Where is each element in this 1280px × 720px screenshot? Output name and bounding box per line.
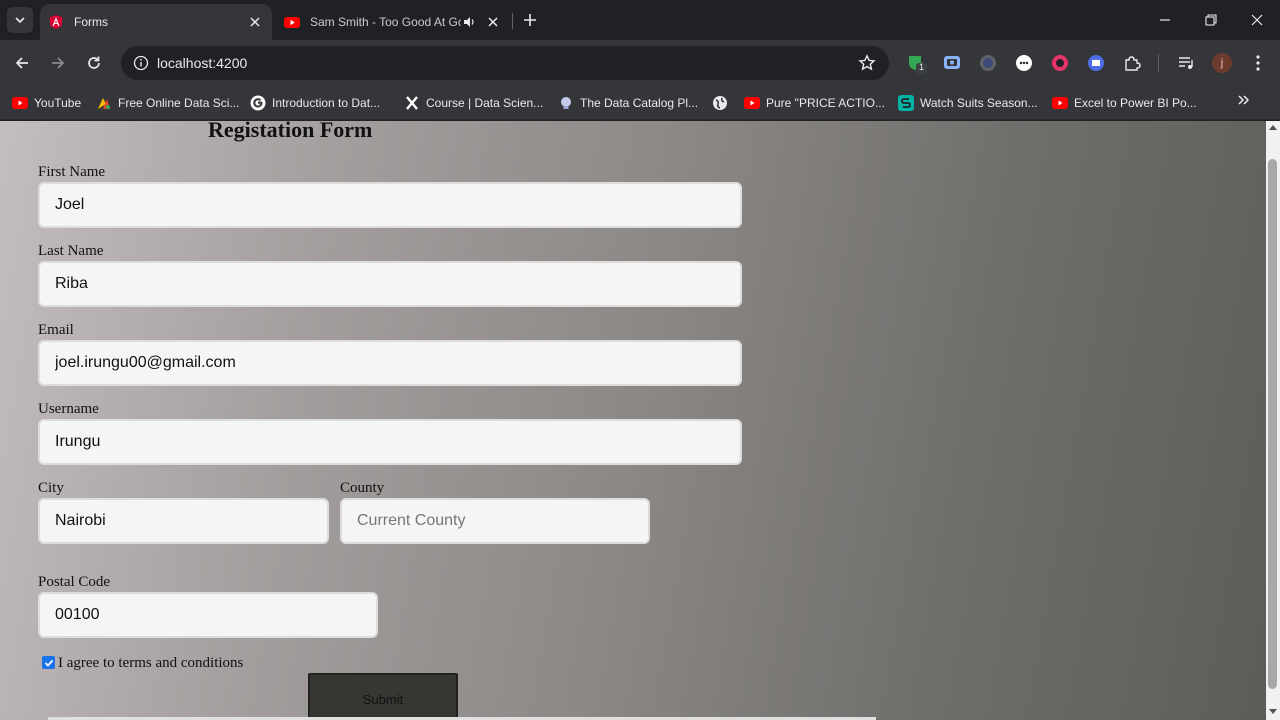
bookmark-star-icon[interactable] xyxy=(857,53,877,73)
bookmark-youtube[interactable]: YouTube xyxy=(12,93,81,113)
bookmark-label: Introduction to Dat... xyxy=(272,96,381,110)
username-label: Username xyxy=(38,401,99,417)
bookmark-label: The Data Catalog Pl... xyxy=(580,96,699,110)
tab-separator xyxy=(512,13,513,29)
chevron-down-icon xyxy=(15,17,25,24)
terms-label: I agree to terms and conditions xyxy=(58,655,244,671)
close-icon[interactable] xyxy=(247,14,263,30)
new-tab-button[interactable] xyxy=(520,10,540,30)
back-button[interactable] xyxy=(10,51,34,75)
extensions-puzzle-icon[interactable] xyxy=(1121,52,1143,74)
postal-code-label: Postal Code xyxy=(38,574,111,590)
angular-icon xyxy=(48,14,64,30)
vertical-scrollbar[interactable] xyxy=(1266,121,1280,720)
tab-search-button[interactable] xyxy=(7,7,33,33)
extension-chat-icon[interactable] xyxy=(1013,52,1035,74)
first-name-input[interactable] xyxy=(38,182,742,228)
bookmark-data-catalog[interactable]: The Data Catalog Pl... xyxy=(558,93,698,113)
toolbar-separator xyxy=(1158,54,1159,72)
forward-button[interactable] xyxy=(46,51,70,75)
reload-icon xyxy=(88,56,100,69)
county-label: County xyxy=(340,480,385,496)
extension-shield-icon[interactable]: 1 xyxy=(905,52,927,74)
speaker-icon[interactable] xyxy=(461,14,477,30)
last-name-input[interactable] xyxy=(38,261,742,307)
first-name-label: First Name xyxy=(38,164,106,180)
site-info-icon[interactable] xyxy=(129,51,153,75)
arrow-right-icon xyxy=(52,57,65,69)
close-icon[interactable] xyxy=(485,14,501,30)
colorful-icon xyxy=(96,95,112,111)
scrollbar-thumb[interactable] xyxy=(1268,159,1277,689)
scroll-down-icon[interactable] xyxy=(1269,709,1277,714)
bookmark-label: Excel to Power BI Po... xyxy=(1074,96,1197,110)
minimize-icon xyxy=(1160,19,1170,21)
profile-avatar[interactable]: j xyxy=(1212,53,1232,73)
browser-toolbar: localhost:4200 1 j xyxy=(0,40,1280,86)
county-input[interactable] xyxy=(340,498,650,544)
bookmark-label: Free Online Data Sci... xyxy=(118,96,240,110)
catalog-icon xyxy=(558,95,574,111)
reload-button[interactable] xyxy=(82,51,106,75)
username-input[interactable] xyxy=(38,419,742,465)
email-input[interactable] xyxy=(38,340,742,386)
bookmark-watch-suits[interactable]: Watch Suits Season... xyxy=(898,93,1038,113)
bookmark-label: YouTube xyxy=(34,96,82,110)
bookmark-label: Pure "PRICE ACTIO... xyxy=(766,96,885,110)
bookmark-label: Course | Data Scien... xyxy=(426,96,544,110)
plus-icon xyxy=(524,14,536,26)
tab-youtube[interactable]: Sam Smith - Too Good At Goodbyes xyxy=(276,4,510,40)
bookmark-excel-to-power-bi[interactable]: Excel to Power BI Po... xyxy=(1052,93,1197,113)
bookmark-globe[interactable] xyxy=(712,93,734,113)
form-title: Registation Form xyxy=(208,121,373,142)
restore-icon xyxy=(1205,14,1217,26)
extension-calendar-icon[interactable] xyxy=(1085,52,1107,74)
more-menu-icon[interactable] xyxy=(1247,52,1269,74)
google-icon xyxy=(250,95,266,111)
address-text: localhost:4200 xyxy=(157,55,248,71)
tab-strip: Forms Sam Smith - Too Good At Goodbyes xyxy=(0,0,1280,40)
city-label: City xyxy=(38,480,64,496)
extension-screen-icon[interactable] xyxy=(941,52,963,74)
tab-title: Forms xyxy=(74,15,108,29)
city-input[interactable] xyxy=(38,498,329,544)
s-icon xyxy=(898,95,914,111)
media-controls-icon[interactable] xyxy=(1175,52,1197,74)
globe-icon xyxy=(712,95,728,111)
bookmark-course-data-scien[interactable]: Course | Data Scien... xyxy=(404,93,543,113)
postal-code-input[interactable] xyxy=(38,592,378,638)
bookmark-pure-price-action[interactable]: Pure "PRICE ACTIO... xyxy=(744,93,885,113)
double-chevron-right-icon xyxy=(1238,95,1250,105)
bookmarks-overflow-button[interactable] xyxy=(1234,90,1254,110)
extension-circle-icon[interactable] xyxy=(977,52,999,74)
tab-forms[interactable]: Forms xyxy=(40,4,272,40)
youtube-icon xyxy=(744,95,760,111)
youtube-icon xyxy=(12,95,28,111)
bookmark-introduction-to-dat[interactable]: Introduction to Dat... xyxy=(250,93,380,113)
last-name-label: Last Name xyxy=(38,243,104,259)
youtube-icon xyxy=(284,14,300,30)
bookmark-free-online-data-sci[interactable]: Free Online Data Sci... xyxy=(96,93,239,113)
email-label: Email xyxy=(38,322,74,338)
youtube-icon xyxy=(1052,95,1068,111)
address-bar[interactable]: localhost:4200 xyxy=(121,46,889,80)
terms-checkbox[interactable] xyxy=(42,656,55,669)
bookmarks-bar: YouTube Free Online Data Sci... Introduc… xyxy=(0,86,1280,120)
close-window-button[interactable] xyxy=(1234,0,1280,40)
submit-button[interactable]: Submit xyxy=(308,673,458,720)
tab-title: Sam Smith - Too Good At Goodbyes xyxy=(310,15,461,29)
page-viewport: Registation Form First Name Last Name Em… xyxy=(0,121,1266,720)
checkmark-icon xyxy=(44,659,53,667)
extension-record-icon[interactable] xyxy=(1049,52,1071,74)
restore-button[interactable] xyxy=(1188,0,1234,40)
scroll-up-icon[interactable] xyxy=(1269,125,1277,130)
bookmark-label: Watch Suits Season... xyxy=(920,96,1038,110)
close-icon xyxy=(1251,14,1263,26)
minimize-button[interactable] xyxy=(1142,0,1188,40)
x-icon xyxy=(404,95,420,111)
extension-badge: 1 xyxy=(919,62,925,72)
arrow-left-icon xyxy=(15,57,28,69)
